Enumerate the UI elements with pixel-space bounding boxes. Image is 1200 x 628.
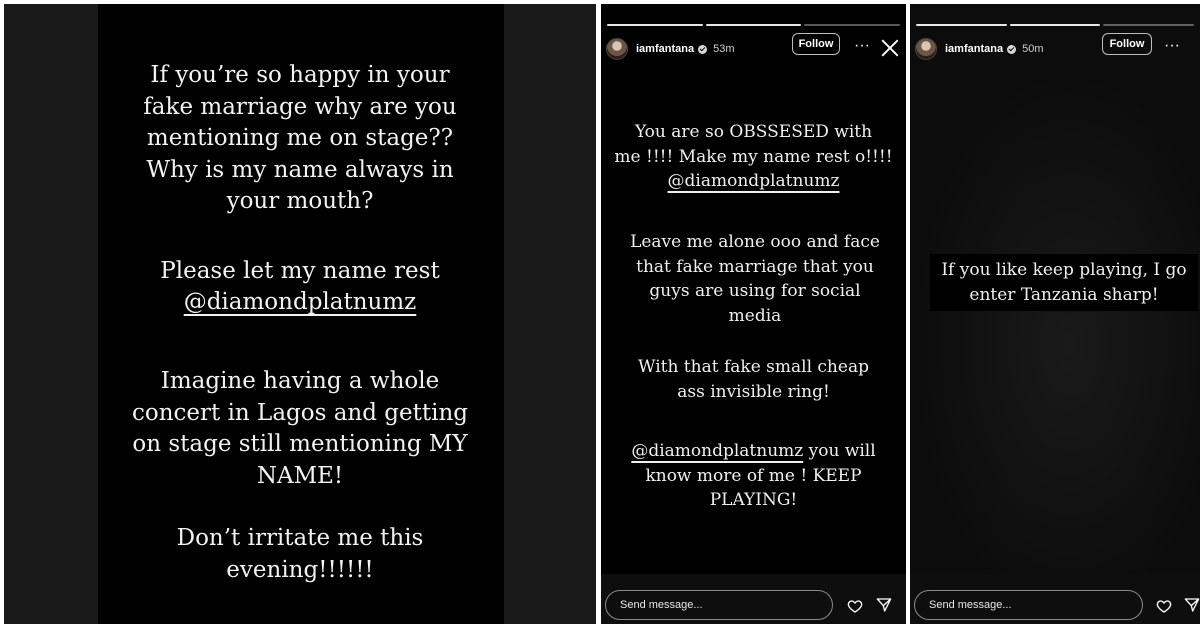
story-paragraph-2: Leave me alone ooo and face that fake ma…: [630, 232, 880, 326]
story-line: You are so OBSSESED with: [634, 122, 873, 142]
story-screenshot-panel: If you’re so happy in your fake marriage…: [4, 4, 596, 624]
send-message-input[interactable]: Send message...: [914, 590, 1143, 620]
progress-segment: [804, 24, 901, 26]
verified-badge-icon: [1007, 44, 1017, 54]
close-icon[interactable]: [881, 39, 899, 57]
mention-link[interactable]: @diamondplatnumz: [611, 169, 896, 194]
share-icon[interactable]: [1184, 597, 1200, 613]
story-header: iamfantana 50m: [910, 32, 1200, 66]
progress-segment: [607, 24, 703, 26]
story-paragraph-2: Please let my name rest: [160, 258, 440, 284]
mention-link[interactable]: @diamondplatnumz: [124, 287, 476, 319]
story-timestamp: 53m: [713, 43, 735, 55]
heart-icon[interactable]: [847, 598, 863, 614]
story-paragraph-1: If you’re so happy in your fake marriage…: [143, 62, 457, 214]
progress-segment: [1103, 24, 1195, 26]
story-progress-bar: [607, 24, 901, 26]
follow-button[interactable]: Follow: [792, 33, 840, 55]
instagram-story-2: iamfantana 50m Follow ··· If you like ke…: [910, 4, 1200, 624]
story-paragraph-4: @diamondplatnumz you will know more of m…: [631, 441, 876, 510]
progress-segment: [705, 24, 802, 26]
progress-segment: [1009, 24, 1101, 26]
more-options-icon[interactable]: ···: [1164, 37, 1180, 55]
mention-link[interactable]: @diamondplatnumz: [631, 441, 803, 461]
story-progress-bar: [916, 24, 1195, 26]
follow-button[interactable]: Follow: [1102, 33, 1152, 55]
send-message-input[interactable]: Send message...: [605, 590, 833, 620]
progress-segment: [916, 24, 1007, 26]
avatar[interactable]: [915, 38, 937, 60]
share-icon[interactable]: [876, 597, 892, 613]
verified-badge-icon: [698, 44, 708, 54]
story-paragraph-1: You are so OBSSESED with me !!!! Make my…: [611, 120, 896, 194]
heart-icon[interactable]: [1156, 598, 1172, 614]
username[interactable]: iamfantana: [945, 43, 1003, 55]
story-paragraph-4: Don’t irritate me this evening!!!!!!: [176, 525, 424, 583]
story-caption: If you like keep playing, I go enter Tan…: [930, 254, 1198, 311]
instagram-story-1: iamfantana 53m Follow ··· You are so OBS…: [601, 4, 906, 624]
more-options-icon[interactable]: ···: [854, 37, 870, 55]
story-line: me !!!! Make my name rest o!!!!: [614, 146, 893, 167]
story-timestamp: 50m: [1022, 43, 1044, 55]
avatar[interactable]: [606, 38, 628, 60]
reply-bar: Send message...: [910, 574, 1200, 624]
story-paragraph-3: Imagine having a whole concert in Lagos …: [131, 368, 468, 489]
username[interactable]: iamfantana: [636, 43, 694, 55]
story-background: [910, 64, 1200, 574]
reply-bar: Send message...: [601, 574, 906, 624]
story-paragraph-3: With that fake small cheap ass invisible…: [638, 357, 869, 402]
